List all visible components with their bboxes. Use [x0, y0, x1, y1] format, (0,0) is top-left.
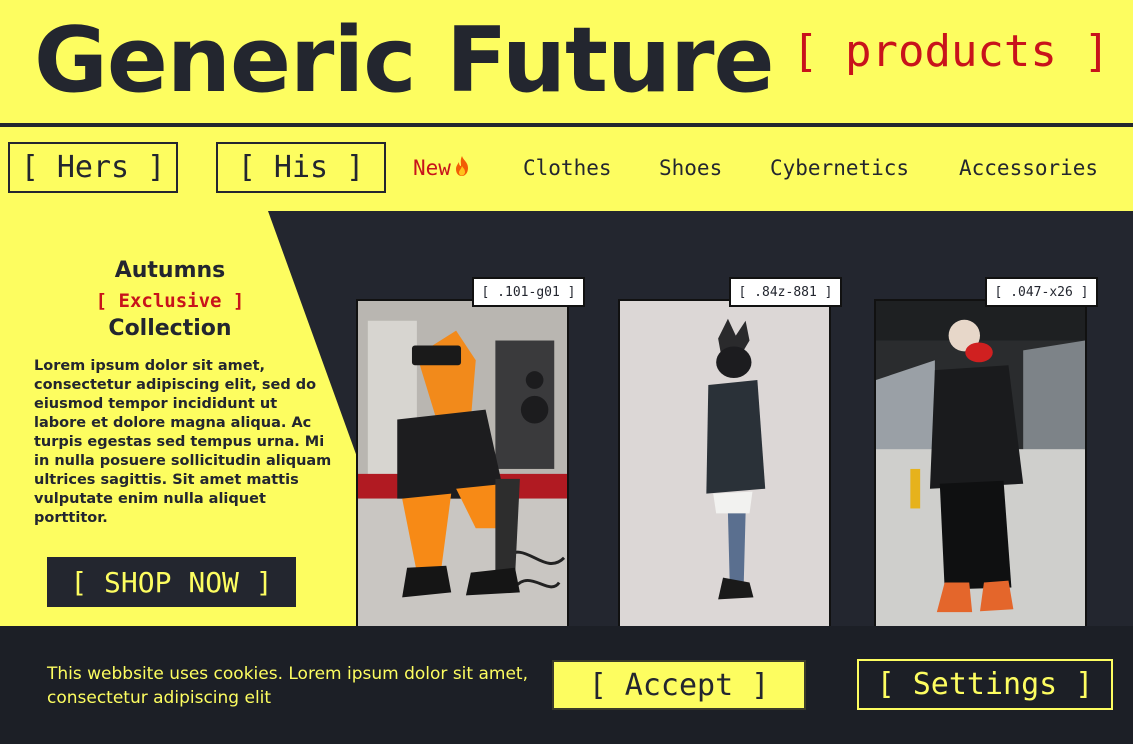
product-tag: [ .047-x26 ] [985, 277, 1098, 307]
cookie-settings-button[interactable]: [ Settings ] [857, 659, 1113, 710]
cookie-banner: This webbsite uses cookies. Lorem ipsum … [0, 626, 1133, 744]
product-tag: [ .84z-881 ] [729, 277, 842, 307]
header: Generic Future [ products ] [0, 0, 1133, 124]
product-image [620, 301, 829, 627]
nav-item-clothes[interactable]: Clothes [523, 155, 612, 181]
product-tag: [ .101-g01 ] [472, 277, 585, 307]
fire-icon [453, 155, 471, 177]
nav-item-shoes[interactable]: Shoes [659, 155, 722, 181]
product-image [358, 301, 567, 627]
cookie-message: This webbsite uses cookies. Lorem ipsum … [47, 664, 528, 708]
product-image [876, 301, 1085, 627]
main-nav: [ Hers ] [ His ] New Clothes Shoes Cyber… [0, 127, 1133, 211]
brand-logo[interactable]: Generic Future [34, 6, 775, 116]
promo-title-top: Autumns [114, 258, 226, 283]
nav-hers-button[interactable]: [ Hers ] [8, 142, 178, 193]
brand-subtitle: [ products ] [792, 26, 1110, 77]
promo-title-exclusive: [ Exclusive ] [95, 290, 245, 312]
shop-now-button[interactable]: [ SHOP NOW ] [47, 557, 296, 607]
nav-item-new-label: New [413, 156, 451, 180]
nav-item-accessories[interactable]: Accessories [959, 155, 1098, 181]
hero-section: Autumns [ Exclusive ] Collection Lorem i… [0, 211, 1133, 631]
promo-description: Lorem ipsum dolor sit amet, consectetur … [34, 358, 332, 526]
promo-title-bottom: Collection [108, 316, 232, 341]
accept-cookies-button[interactable]: [ Accept ] [552, 660, 806, 710]
product-card[interactable] [356, 299, 569, 629]
product-card[interactable] [874, 299, 1087, 629]
nav-item-new[interactable]: New [413, 155, 471, 181]
nav-item-cybernetics[interactable]: Cybernetics [770, 155, 909, 181]
product-card[interactable] [618, 299, 831, 629]
nav-his-button[interactable]: [ His ] [216, 142, 386, 193]
